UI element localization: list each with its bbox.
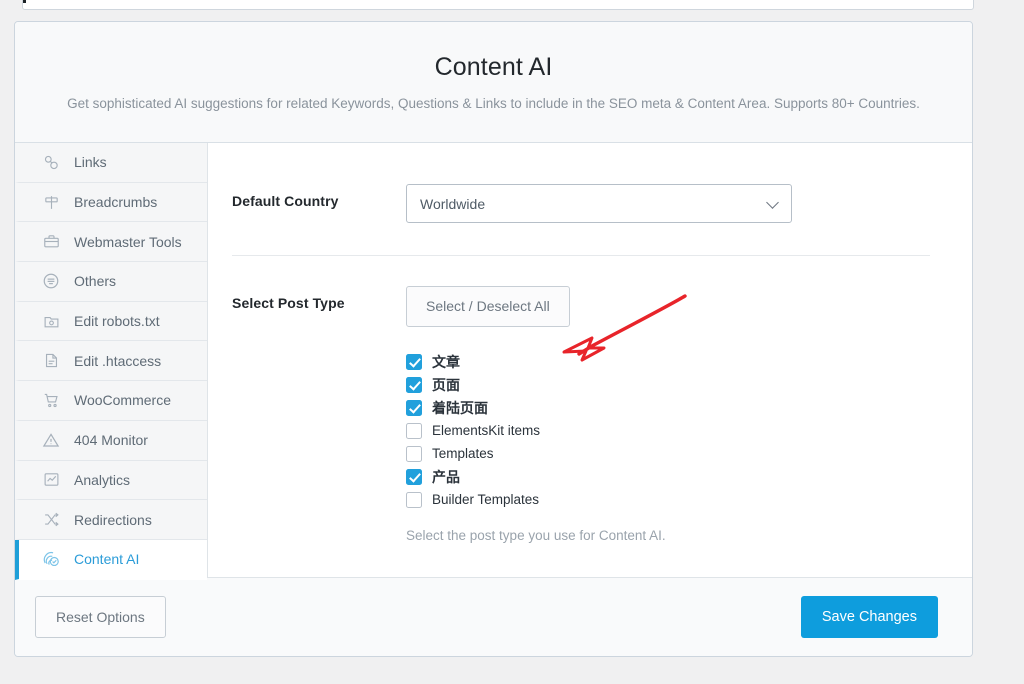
page-subtitle: Get sophisticated AI suggestions for rel… bbox=[67, 96, 920, 112]
page-title: Content AI bbox=[434, 53, 553, 81]
shuffle-arrows-icon bbox=[41, 510, 61, 530]
sidebar-item-woocommerce[interactable]: WooCommerce bbox=[15, 381, 207, 421]
section-divider bbox=[232, 255, 930, 256]
sidebar-item-content-ai[interactable]: Content AI bbox=[15, 539, 207, 580]
sidebar-item-label: Analytics bbox=[74, 471, 131, 488]
checkbox[interactable] bbox=[406, 399, 422, 416]
sidebar-item-label: Content AI bbox=[74, 551, 140, 568]
top-partial-panel bbox=[22, 0, 974, 10]
sidebar-item-webmaster-tools[interactable]: Webmaster Tools bbox=[15, 222, 207, 263]
checkbox-label: Builder Templates bbox=[432, 492, 540, 507]
settings-sidebar: Links Breadcrumbs Webmaster Tools Others… bbox=[15, 143, 208, 580]
sidebar-item-label: Breadcrumbs bbox=[74, 194, 158, 211]
checkbox[interactable] bbox=[406, 422, 422, 439]
default-country-select[interactable]: Worldwide bbox=[406, 184, 792, 223]
sidebar-item-label: Links bbox=[74, 154, 107, 171]
top-panel-edge-marker bbox=[23, 0, 26, 3]
post-type-option-yemian[interactable]: 页面 bbox=[406, 373, 972, 396]
save-changes-button[interactable]: Save Changes bbox=[800, 595, 938, 639]
sidebar-item-others[interactable]: Others bbox=[15, 262, 207, 302]
sidebar-item-label: Redirections bbox=[74, 511, 152, 528]
post-type-checkbox-list: 文章 页面 着陆页面 ElementsKit items Templates 产… bbox=[406, 350, 972, 511]
settings-content: Default Country Worldwide Select Post Ty… bbox=[208, 143, 972, 577]
checkbox[interactable] bbox=[406, 491, 422, 508]
post-type-label: Select Post Type bbox=[232, 295, 345, 311]
sidebar-item-redirections[interactable]: Redirections bbox=[15, 500, 207, 540]
list-circle-icon bbox=[41, 271, 61, 291]
sidebar-item-label: Edit .htaccess bbox=[74, 352, 162, 369]
panel-footer: Reset Options Save Changes bbox=[15, 577, 972, 656]
checkbox-label: Templates bbox=[432, 446, 494, 461]
post-type-option-wenzhang[interactable]: 文章 bbox=[406, 350, 972, 373]
document-icon bbox=[41, 351, 61, 371]
post-type-option-builder-templates[interactable]: Builder Templates bbox=[406, 488, 972, 511]
panel-header: Content AI Get sophisticated AI suggesti… bbox=[15, 22, 972, 143]
select-deselect-all-button[interactable]: Select / Deselect All bbox=[406, 286, 570, 327]
default-country-value: Worldwide bbox=[420, 195, 486, 212]
checkbox-label: 着陆页面 bbox=[432, 399, 488, 416]
checkbox[interactable] bbox=[406, 376, 422, 393]
sidebar-item-label: 404 Monitor bbox=[74, 432, 148, 449]
sidebar-item-links[interactable]: Links bbox=[15, 143, 207, 183]
reset-options-button[interactable]: Reset Options bbox=[35, 596, 166, 638]
post-type-option-templates[interactable]: Templates bbox=[406, 442, 972, 465]
sidebar-item-label: Webmaster Tools bbox=[74, 233, 182, 250]
post-type-option-chanpin[interactable]: 产品 bbox=[406, 465, 972, 488]
post-type-option-zhuoluyemian[interactable]: 着陆页面 bbox=[406, 396, 972, 419]
toolbox-icon bbox=[41, 232, 61, 252]
post-type-option-elementskit-items[interactable]: ElementsKit items bbox=[406, 419, 972, 442]
checkbox[interactable] bbox=[406, 353, 422, 370]
checkbox[interactable] bbox=[406, 445, 422, 462]
checkbox[interactable] bbox=[406, 468, 422, 485]
content-ai-settings-panel: Content AI Get sophisticated AI suggesti… bbox=[14, 21, 973, 657]
checkbox-label: 页面 bbox=[432, 376, 460, 393]
shopping-cart-icon bbox=[41, 390, 61, 410]
signpost-icon bbox=[41, 192, 61, 212]
sidebar-item-404-monitor[interactable]: 404 Monitor bbox=[15, 420, 207, 461]
sidebar-item-label: WooCommerce bbox=[74, 392, 171, 409]
post-type-field: Select Post Type Select / Deselect All 文… bbox=[232, 286, 972, 543]
links-icon bbox=[41, 152, 61, 172]
checkbox-label: 文章 bbox=[432, 353, 460, 370]
sidebar-item-label: Others bbox=[74, 273, 117, 290]
sidebar-item-label: Edit robots.txt bbox=[74, 313, 160, 330]
sidebar-item-edit-htaccess[interactable]: Edit .htaccess bbox=[15, 341, 207, 382]
panel-body: Links Breadcrumbs Webmaster Tools Others… bbox=[15, 143, 972, 580]
content-ai-icon bbox=[41, 549, 61, 569]
chevron-down-icon bbox=[766, 195, 779, 209]
checkbox-label: ElementsKit items bbox=[432, 423, 541, 438]
default-country-field: Default Country Worldwide bbox=[232, 184, 972, 223]
checkbox-label: 产品 bbox=[432, 468, 460, 485]
post-type-help-text: Select the post type you use for Content… bbox=[406, 528, 666, 543]
sidebar-item-analytics[interactable]: Analytics bbox=[15, 460, 207, 501]
robots-file-icon bbox=[41, 311, 61, 331]
sidebar-item-edit-robots-txt[interactable]: Edit robots.txt bbox=[15, 301, 207, 342]
warning-triangle-icon bbox=[41, 430, 61, 450]
default-country-label: Default Country bbox=[232, 193, 339, 209]
sidebar-item-breadcrumbs[interactable]: Breadcrumbs bbox=[15, 182, 207, 223]
chart-line-icon bbox=[41, 470, 61, 490]
